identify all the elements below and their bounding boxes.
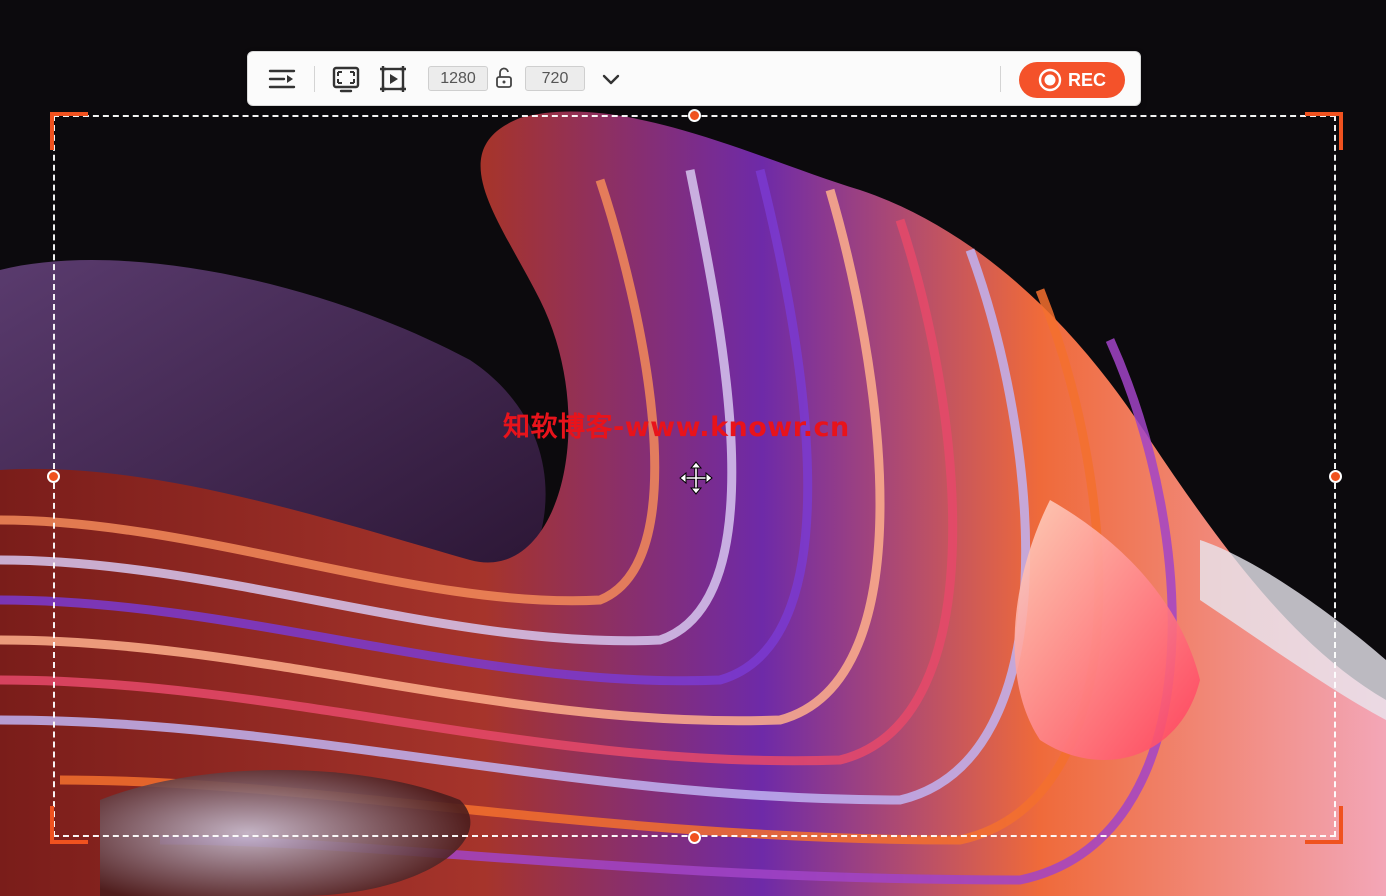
move-cursor-icon (679, 461, 713, 495)
region-select-button[interactable] (379, 65, 407, 93)
fullscreen-icon (332, 66, 360, 93)
region-corner-top-right[interactable] (1305, 112, 1343, 150)
region-select-icon (380, 66, 406, 92)
region-corner-top-left[interactable] (50, 112, 88, 150)
fullscreen-button[interactable] (332, 65, 360, 93)
lock-aspect-icon (496, 67, 512, 88)
width-input[interactable]: 1280 (428, 66, 488, 91)
record-button-label: REC (1067, 69, 1106, 90)
lock-aspect-button[interactable] (494, 67, 516, 89)
dimension-dropdown-button[interactable] (597, 65, 625, 93)
toolbar-divider (1000, 66, 1001, 92)
region-corner-bottom-right[interactable] (1305, 806, 1343, 844)
menu-collapse-icon (268, 69, 296, 89)
resize-handle-right[interactable] (1329, 470, 1342, 483)
height-input[interactable]: 720 (525, 66, 585, 91)
recording-toolbar: 1280 720 REC (247, 51, 1141, 106)
region-corner-bottom-left[interactable] (50, 806, 88, 844)
watermark-text: 知软博客-www.knowr.cn (503, 412, 850, 443)
resize-handle-top[interactable] (688, 109, 701, 122)
resize-handle-left[interactable] (47, 470, 60, 483)
resize-handle-bottom[interactable] (688, 831, 701, 844)
menu-collapse-button[interactable] (268, 65, 296, 93)
toolbar-divider (314, 66, 315, 92)
record-button[interactable]: REC (1019, 62, 1125, 98)
record-icon (1038, 68, 1062, 92)
chevron-down-icon (602, 74, 620, 85)
